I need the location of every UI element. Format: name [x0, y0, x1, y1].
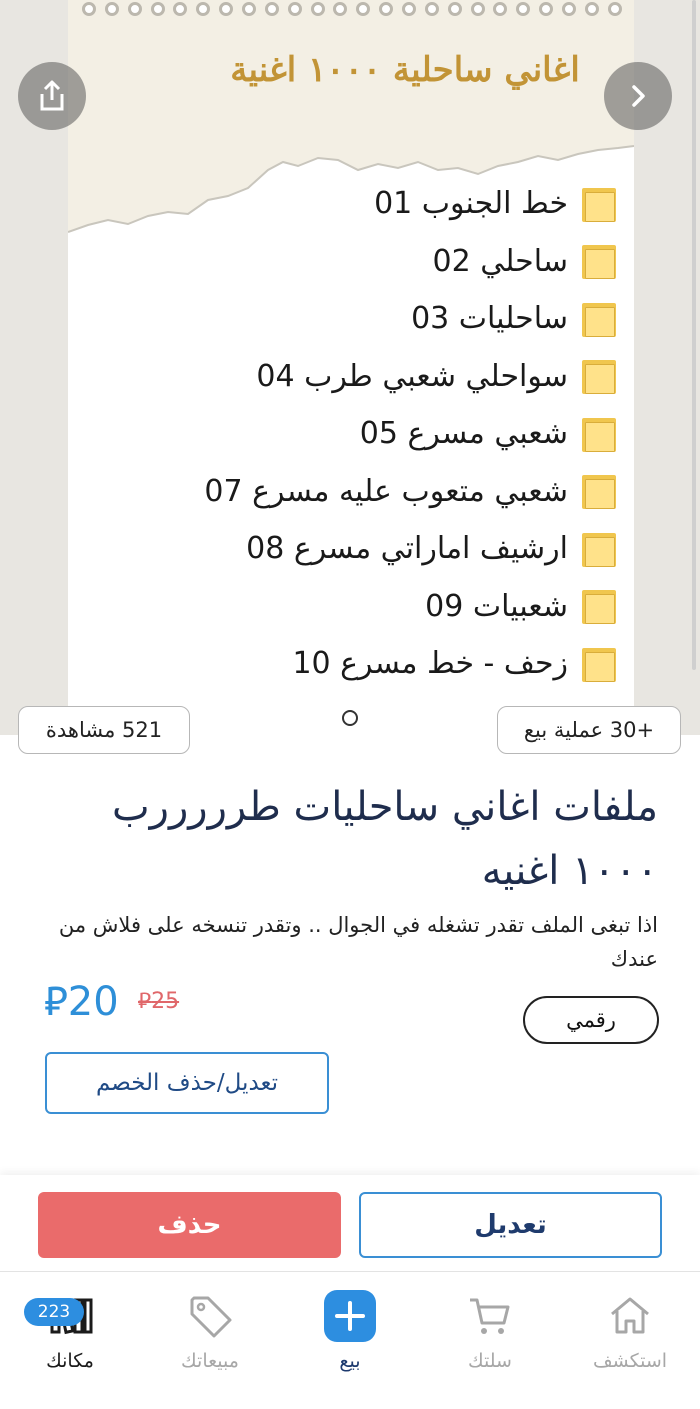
folder-icon	[582, 184, 618, 224]
folder-label: ارشيف اماراتي مسرع 08	[246, 531, 568, 567]
nav-sell[interactable]: بيع	[290, 1288, 410, 1388]
folder-item: زحف - خط مسرع 10	[98, 635, 618, 693]
folder-icon	[582, 471, 618, 511]
folder-label: خط الجنوب 01	[374, 186, 568, 222]
nav-sales[interactable]: مبيعاتك	[150, 1288, 270, 1388]
folder-icon	[582, 529, 618, 569]
edit-label: تعديل	[474, 1210, 547, 1240]
spiral-binding	[82, 2, 622, 22]
delete-label: حذف	[157, 1210, 222, 1240]
views-badge: 521 مشاهدة	[18, 706, 190, 754]
folder-label: شعبيات 09	[425, 588, 568, 624]
folder-item: خط الجنوب 01	[98, 175, 618, 233]
old-price: ⃁25	[138, 987, 179, 1015]
product-image[interactable]: اغاني ساحلية ١٠٠٠ اغنية خط الجنوب 01 ساح…	[0, 0, 700, 735]
share-button[interactable]	[18, 62, 86, 130]
edit-button[interactable]: تعديل	[359, 1192, 662, 1258]
nav-cart-label: سلتك	[468, 1350, 512, 1372]
folder-icon	[582, 241, 618, 281]
nav-explore-label: استكشف	[592, 1350, 668, 1372]
carousel-indicator[interactable]	[342, 710, 358, 726]
folder-icon	[582, 299, 618, 339]
currency-symbol: ⃁	[44, 979, 68, 1025]
folder-label: شعبي مسرع 05	[359, 416, 568, 452]
folder-label: شعبي متعوب عليه مسرع 07	[204, 473, 568, 509]
folder-label: سواحلي شعبي طرب 04	[256, 358, 568, 394]
folder-item: ارشيف اماراتي مسرع 08	[98, 520, 618, 578]
product-type-label: رقمي	[566, 1008, 616, 1032]
tag-icon	[182, 1288, 238, 1344]
delete-button[interactable]: حذف	[38, 1192, 341, 1258]
nav-sales-label: مبيعاتك	[181, 1350, 239, 1372]
folder-item: شعبي متعوب عليه مسرع 07	[98, 463, 618, 521]
product-title: ملفات اغاني ساحليات طرررررب ١٠٠٠ اغنيه	[112, 784, 658, 894]
sales-text: +30 عملية بيع	[523, 718, 655, 742]
folder-item: شعبي مسرع 05	[98, 405, 618, 463]
nav-cart[interactable]: سلتك	[430, 1288, 550, 1388]
scrollbar[interactable]	[692, 0, 696, 670]
folder-label: ساحلي 02	[432, 243, 568, 279]
folder-item: ساحلي 02	[98, 233, 618, 291]
home-icon	[602, 1288, 658, 1344]
old-currency-symbol: ⃁	[138, 989, 152, 1014]
folder-icon	[582, 644, 618, 684]
current-price: ⃁20	[44, 975, 119, 1027]
edit-discount-button[interactable]: تعديل/حذف الخصم	[45, 1052, 329, 1114]
image-title: اغاني ساحلية ١٠٠٠ اغنية	[230, 50, 580, 90]
views-text: 521 مشاهدة	[45, 718, 163, 742]
folder-item: ساحليات 03	[98, 290, 618, 348]
folder-icon	[582, 586, 618, 626]
folder-label: زحف - خط مسرع 10	[292, 646, 568, 682]
folder-icon	[582, 414, 618, 454]
current-price-value: 20	[67, 979, 119, 1025]
folder-icon	[582, 356, 618, 396]
chevron-right-icon	[632, 85, 645, 107]
cart-icon	[462, 1288, 518, 1344]
nav-shelf-label: مكانك	[46, 1350, 94, 1372]
share-icon	[40, 80, 64, 111]
old-price-value: 25	[151, 989, 180, 1014]
edit-discount-label: تعديل/حذف الخصم	[95, 1070, 279, 1096]
nav-explore[interactable]: استكشف	[570, 1288, 690, 1388]
next-image-button[interactable]	[604, 62, 672, 130]
folder-item: سواحلي شعبي طرب 04	[98, 348, 618, 406]
folder-label: ساحليات 03	[411, 301, 568, 337]
shelf-count-badge: 223	[24, 1298, 84, 1326]
product-type-chip: رقمي	[523, 996, 659, 1044]
folder-list: خط الجنوب 01 ساحلي 02 ساحليات 03 سواحلي …	[98, 175, 618, 693]
folder-item: شعبيات 09	[98, 578, 618, 636]
sales-badge: +30 عملية بيع	[497, 706, 681, 754]
product-description: اذا تبغى الملف تقدر تشغله في الجوال .. و…	[58, 913, 658, 971]
nav-sell-label: بيع	[339, 1350, 361, 1372]
shelf-count: 223	[37, 1302, 71, 1322]
plus-icon	[322, 1288, 378, 1344]
